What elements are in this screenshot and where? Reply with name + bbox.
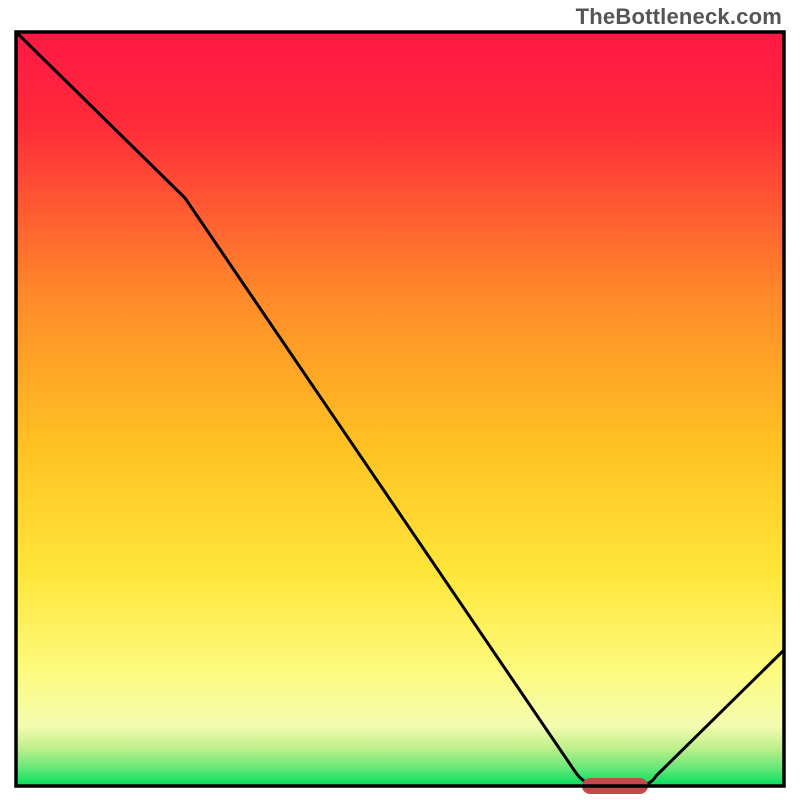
bottleneck-chart: [0, 0, 800, 800]
